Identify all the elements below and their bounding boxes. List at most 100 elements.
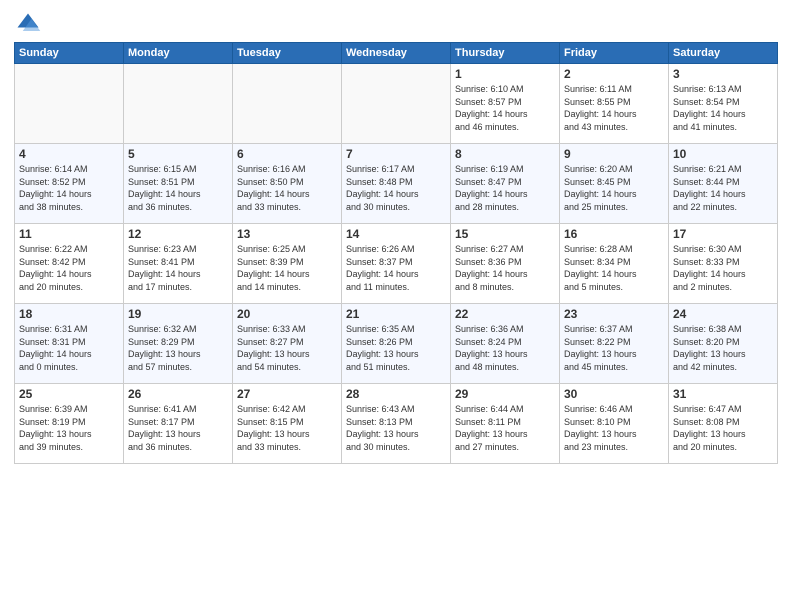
day-detail: Sunrise: 6:46 AM Sunset: 8:10 PM Dayligh… bbox=[564, 403, 664, 453]
weekday-header-monday: Monday bbox=[124, 43, 233, 64]
day-number: 15 bbox=[455, 227, 555, 241]
weekday-header-saturday: Saturday bbox=[669, 43, 778, 64]
calendar-cell: 19Sunrise: 6:32 AM Sunset: 8:29 PM Dayli… bbox=[124, 304, 233, 384]
calendar-cell: 2 Sunrise: 6:11 AM Sunset: 8:55 PM Daylig… bbox=[560, 64, 669, 144]
calendar-cell: 25 Sunrise: 6:39 AM Sunset: 8:19 PM Dayli… bbox=[15, 384, 124, 464]
calendar-cell: 18 Sunrise: 6:31 AM Sunset: 8:31 PM Dayli… bbox=[15, 304, 124, 384]
day-detail: Sunrise: 6:44 AM Sunset: 8:11 PM Dayligh… bbox=[455, 403, 555, 453]
weekday-header-thursday: Thursday bbox=[451, 43, 560, 64]
calendar-container: SundayMondayTuesdayWednesdayThursdayFrid… bbox=[0, 0, 792, 472]
weekday-header-row: SundayMondayTuesdayWednesdayThursdayFrid… bbox=[15, 43, 778, 64]
calendar-cell: 11 Sunrise: 6:22 AM Sunset: 8:42 PM Dayli… bbox=[15, 224, 124, 304]
day-detail: Sunrise: 6:33 AM Sunset: 8:27 PM Dayligh… bbox=[237, 323, 337, 373]
calendar-cell: 15 Sunrise: 6:27 AM Sunset: 8:36 PM Dayli… bbox=[451, 224, 560, 304]
day-detail: Sunrise: 6:21 AM Sunset: 8:44 PM Dayligh… bbox=[673, 163, 773, 213]
calendar-cell: 14 Sunrise: 6:26 AM Sunset: 8:37 PM Dayli… bbox=[342, 224, 451, 304]
calendar-table: SundayMondayTuesdayWednesdayThursdayFrid… bbox=[14, 42, 778, 464]
day-number: 29 bbox=[455, 387, 555, 401]
calendar-cell: 4 Sunrise: 6:14 AM Sunset: 8:52 PM Daylig… bbox=[15, 144, 124, 224]
day-number: 24 bbox=[673, 307, 773, 321]
day-number: 26 bbox=[128, 387, 228, 401]
day-detail: Sunrise: 6:23 AM Sunset: 8:41 PM Dayligh… bbox=[128, 243, 228, 293]
calendar-cell: 16 Sunrise: 6:28 AM Sunset: 8:34 PM Dayli… bbox=[560, 224, 669, 304]
day-detail: Sunrise: 6:17 AM Sunset: 8:48 PM Dayligh… bbox=[346, 163, 446, 213]
calendar-cell: 13Sunrise: 6:25 AM Sunset: 8:39 PM Dayli… bbox=[233, 224, 342, 304]
day-detail: Sunrise: 6:31 AM Sunset: 8:31 PM Dayligh… bbox=[19, 323, 119, 373]
calendar-cell bbox=[15, 64, 124, 144]
day-number: 30 bbox=[564, 387, 664, 401]
calendar-cell: 21Sunrise: 6:35 AM Sunset: 8:26 PM Dayli… bbox=[342, 304, 451, 384]
calendar-cell: 20 Sunrise: 6:33 AM Sunset: 8:27 PM Dayli… bbox=[233, 304, 342, 384]
calendar-cell: 31Sunrise: 6:47 AM Sunset: 8:08 PM Dayli… bbox=[669, 384, 778, 464]
day-number: 6 bbox=[237, 147, 337, 161]
calendar-cell: 27 Sunrise: 6:42 AM Sunset: 8:15 PM Dayli… bbox=[233, 384, 342, 464]
calendar-cell: 8 Sunrise: 6:19 AM Sunset: 8:47 PM Daylig… bbox=[451, 144, 560, 224]
day-number: 17 bbox=[673, 227, 773, 241]
day-detail: Sunrise: 6:11 AM Sunset: 8:55 PM Dayligh… bbox=[564, 83, 664, 133]
day-number: 8 bbox=[455, 147, 555, 161]
day-detail: Sunrise: 6:15 AM Sunset: 8:51 PM Dayligh… bbox=[128, 163, 228, 213]
day-detail: Sunrise: 6:28 AM Sunset: 8:34 PM Dayligh… bbox=[564, 243, 664, 293]
day-detail: Sunrise: 6:27 AM Sunset: 8:36 PM Dayligh… bbox=[455, 243, 555, 293]
day-number: 7 bbox=[346, 147, 446, 161]
logo-icon bbox=[14, 10, 42, 38]
calendar-cell: 12Sunrise: 6:23 AM Sunset: 8:41 PM Dayli… bbox=[124, 224, 233, 304]
day-number: 13 bbox=[237, 227, 337, 241]
day-number: 27 bbox=[237, 387, 337, 401]
day-detail: Sunrise: 6:19 AM Sunset: 8:47 PM Dayligh… bbox=[455, 163, 555, 213]
calendar-cell: 6 Sunrise: 6:16 AM Sunset: 8:50 PM Daylig… bbox=[233, 144, 342, 224]
logo bbox=[14, 10, 46, 38]
calendar-cell: 24 Sunrise: 6:38 AM Sunset: 8:20 PM Dayli… bbox=[669, 304, 778, 384]
day-number: 2 bbox=[564, 67, 664, 81]
calendar-cell: 3 Sunrise: 6:13 AM Sunset: 8:54 PM Daylig… bbox=[669, 64, 778, 144]
day-number: 4 bbox=[19, 147, 119, 161]
day-detail: Sunrise: 6:30 AM Sunset: 8:33 PM Dayligh… bbox=[673, 243, 773, 293]
day-detail: Sunrise: 6:36 AM Sunset: 8:24 PM Dayligh… bbox=[455, 323, 555, 373]
calendar-cell bbox=[342, 64, 451, 144]
day-number: 10 bbox=[673, 147, 773, 161]
day-number: 1 bbox=[455, 67, 555, 81]
day-number: 23 bbox=[564, 307, 664, 321]
weekday-header-wednesday: Wednesday bbox=[342, 43, 451, 64]
day-detail: Sunrise: 6:32 AM Sunset: 8:29 PM Dayligh… bbox=[128, 323, 228, 373]
day-number: 3 bbox=[673, 67, 773, 81]
calendar-cell: 9 Sunrise: 6:20 AM Sunset: 8:45 PM Daylig… bbox=[560, 144, 669, 224]
calendar-cell: 29 Sunrise: 6:44 AM Sunset: 8:11 PM Dayli… bbox=[451, 384, 560, 464]
day-detail: Sunrise: 6:20 AM Sunset: 8:45 PM Dayligh… bbox=[564, 163, 664, 213]
day-detail: Sunrise: 6:42 AM Sunset: 8:15 PM Dayligh… bbox=[237, 403, 337, 453]
day-detail: Sunrise: 6:41 AM Sunset: 8:17 PM Dayligh… bbox=[128, 403, 228, 453]
weekday-header-sunday: Sunday bbox=[15, 43, 124, 64]
day-number: 11 bbox=[19, 227, 119, 241]
week-row-1: 1 Sunrise: 6:10 AM Sunset: 8:57 PM Daylig… bbox=[15, 64, 778, 144]
day-number: 5 bbox=[128, 147, 228, 161]
calendar-cell: 23 Sunrise: 6:37 AM Sunset: 8:22 PM Dayli… bbox=[560, 304, 669, 384]
day-number: 25 bbox=[19, 387, 119, 401]
day-number: 20 bbox=[237, 307, 337, 321]
day-number: 31 bbox=[673, 387, 773, 401]
day-detail: Sunrise: 6:26 AM Sunset: 8:37 PM Dayligh… bbox=[346, 243, 446, 293]
day-detail: Sunrise: 6:38 AM Sunset: 8:20 PM Dayligh… bbox=[673, 323, 773, 373]
calendar-cell: 17 Sunrise: 6:30 AM Sunset: 8:33 PM Dayli… bbox=[669, 224, 778, 304]
day-detail: Sunrise: 6:13 AM Sunset: 8:54 PM Dayligh… bbox=[673, 83, 773, 133]
day-number: 9 bbox=[564, 147, 664, 161]
day-detail: Sunrise: 6:16 AM Sunset: 8:50 PM Dayligh… bbox=[237, 163, 337, 213]
day-number: 14 bbox=[346, 227, 446, 241]
calendar-cell: 26 Sunrise: 6:41 AM Sunset: 8:17 PM Dayli… bbox=[124, 384, 233, 464]
day-number: 18 bbox=[19, 307, 119, 321]
calendar-cell bbox=[233, 64, 342, 144]
calendar-cell: 28 Sunrise: 6:43 AM Sunset: 8:13 PM Dayli… bbox=[342, 384, 451, 464]
day-detail: Sunrise: 6:22 AM Sunset: 8:42 PM Dayligh… bbox=[19, 243, 119, 293]
week-row-5: 25 Sunrise: 6:39 AM Sunset: 8:19 PM Dayli… bbox=[15, 384, 778, 464]
week-row-4: 18 Sunrise: 6:31 AM Sunset: 8:31 PM Dayli… bbox=[15, 304, 778, 384]
day-number: 16 bbox=[564, 227, 664, 241]
day-number: 28 bbox=[346, 387, 446, 401]
day-detail: Sunrise: 6:43 AM Sunset: 8:13 PM Dayligh… bbox=[346, 403, 446, 453]
day-detail: Sunrise: 6:39 AM Sunset: 8:19 PM Dayligh… bbox=[19, 403, 119, 453]
day-detail: Sunrise: 6:37 AM Sunset: 8:22 PM Dayligh… bbox=[564, 323, 664, 373]
day-detail: Sunrise: 6:14 AM Sunset: 8:52 PM Dayligh… bbox=[19, 163, 119, 213]
day-detail: Sunrise: 6:10 AM Sunset: 8:57 PM Dayligh… bbox=[455, 83, 555, 133]
week-row-2: 4 Sunrise: 6:14 AM Sunset: 8:52 PM Daylig… bbox=[15, 144, 778, 224]
calendar-cell: 1 Sunrise: 6:10 AM Sunset: 8:57 PM Daylig… bbox=[451, 64, 560, 144]
calendar-cell: 5 Sunrise: 6:15 AM Sunset: 8:51 PM Daylig… bbox=[124, 144, 233, 224]
weekday-header-friday: Friday bbox=[560, 43, 669, 64]
